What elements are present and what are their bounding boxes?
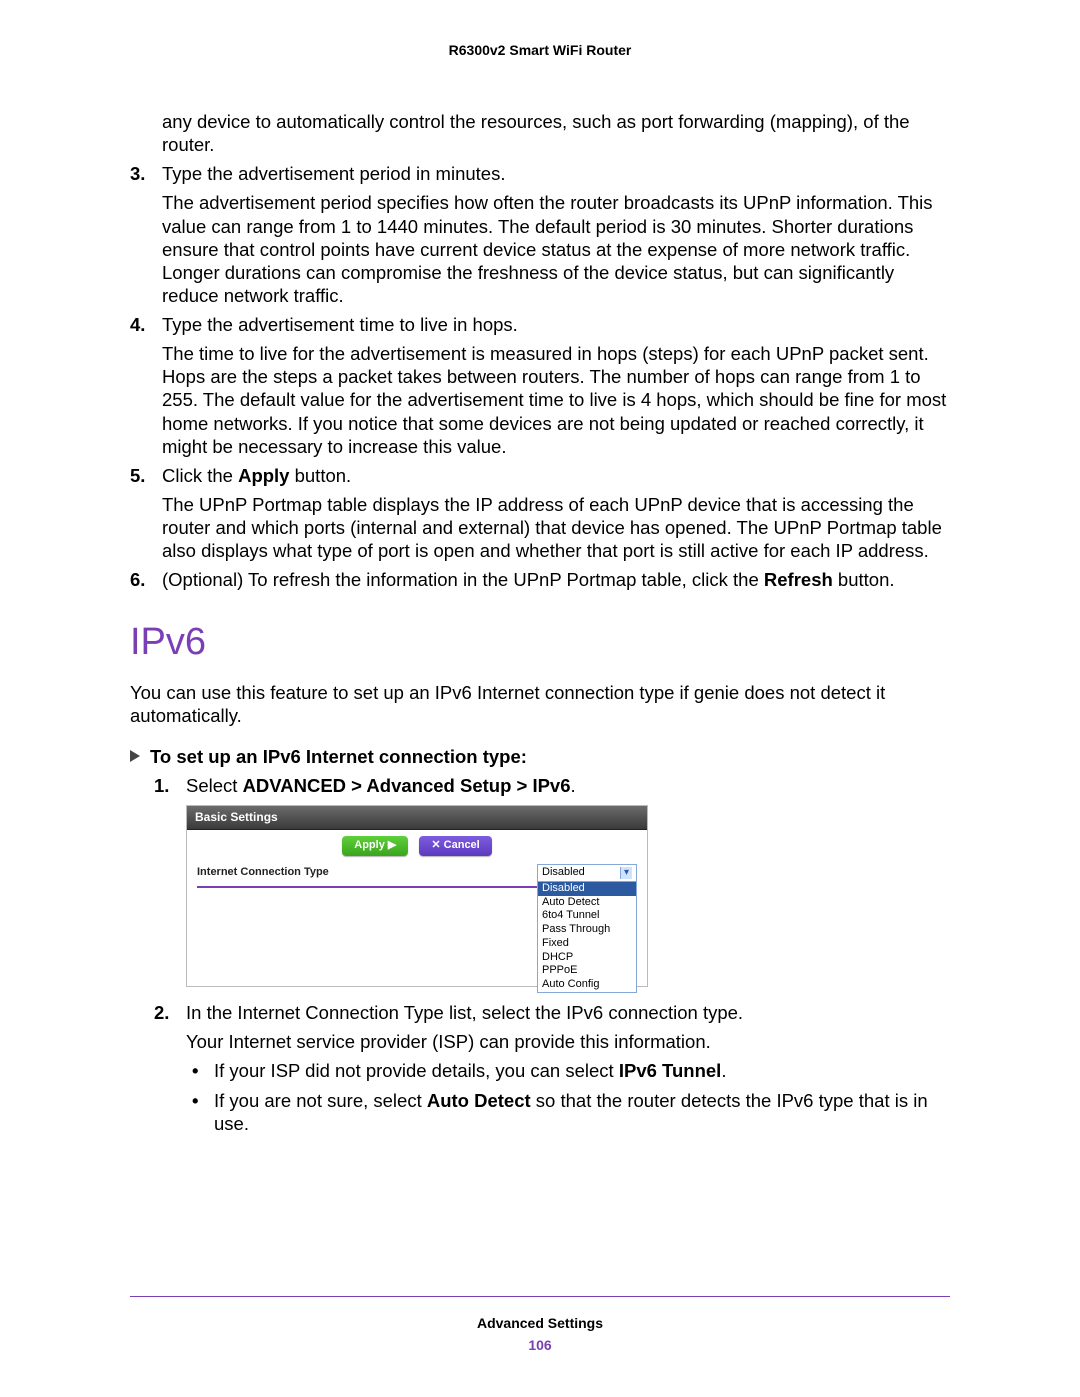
option[interactable]: DHCP — [538, 951, 636, 965]
step-number: 5. — [130, 464, 145, 487]
apply-word: Apply — [238, 465, 289, 486]
step-number: 2. — [154, 1001, 169, 1024]
list-item: If your ISP did not provide details, you… — [186, 1059, 950, 1082]
option[interactable]: Auto Config — [538, 978, 636, 992]
footer-page-number: 106 — [0, 1337, 1080, 1353]
intro-continuation: any device to automatically control the … — [162, 110, 950, 156]
option[interactable]: Disabled — [538, 882, 636, 896]
ipv6-intro: You can use this feature to set up an IP… — [130, 681, 950, 727]
step-lead: Click the Apply button. — [162, 464, 950, 487]
chevron-right-icon — [130, 750, 140, 762]
option[interactable]: Fixed — [538, 937, 636, 951]
step-lead: Type the advertisement time to live in h… — [162, 313, 950, 336]
refresh-word: Refresh — [764, 569, 833, 590]
text: . — [721, 1060, 726, 1081]
step-number: 3. — [130, 162, 145, 185]
list-item: 6. (Optional) To refresh the information… — [130, 568, 950, 591]
list-item: 3. Type the advertisement period in minu… — [130, 162, 950, 307]
apply-button[interactable]: Apply ▶ — [342, 836, 408, 856]
text: (Optional) To refresh the information in… — [162, 569, 764, 590]
bullet-list: If your ISP did not provide details, you… — [186, 1059, 950, 1134]
text: button. — [833, 569, 895, 590]
option[interactable]: Pass Through — [538, 923, 636, 937]
footer-divider — [130, 1296, 950, 1297]
select-options[interactable]: Disabled Auto Detect 6to4 Tunnel Pass Th… — [537, 881, 637, 993]
cancel-button[interactable]: ✕ Cancel — [419, 836, 491, 856]
connection-type-select[interactable]: Disabled ▾ Disabled Auto Detect 6to4 Tun… — [537, 864, 637, 993]
section-heading-ipv6: IPv6 — [130, 619, 950, 667]
text: If your ISP did not provide details, you… — [214, 1060, 619, 1081]
step-detail: Your Internet service provider (ISP) can… — [186, 1030, 950, 1053]
text: Click the — [162, 465, 238, 486]
list-item: 2. In the Internet Connection Type list,… — [154, 1001, 950, 1135]
auto-detect-word: Auto Detect — [427, 1090, 531, 1111]
text: If you are not sure, select — [214, 1090, 427, 1111]
step-detail: The UPnP Portmap table displays the IP a… — [162, 493, 950, 562]
step-detail: The advertisement period specifies how o… — [162, 191, 950, 307]
step-lead: In the Internet Connection Type list, se… — [186, 1001, 950, 1024]
footer-section-label: Advanced Settings — [0, 1315, 1080, 1331]
option[interactable]: 6to4 Tunnel — [538, 909, 636, 923]
ipv6-steps-list: 1. Select ADVANCED > Advanced Setup > IP… — [154, 774, 950, 1135]
list-item: 5. Click the Apply button. The UPnP Port… — [130, 464, 950, 563]
step-number: 4. — [130, 313, 145, 336]
option[interactable]: PPPoE — [538, 964, 636, 978]
upnp-steps-list: 3. Type the advertisement period in minu… — [130, 162, 950, 591]
chevron-down-icon: ▾ — [620, 867, 632, 880]
list-item: 4. Type the advertisement time to live i… — [130, 313, 950, 458]
step-lead: Select ADVANCED > Advanced Setup > IPv6. — [186, 774, 950, 797]
basic-settings-panel: Basic Settings Apply ▶ ✕ Cancel Internet… — [186, 805, 648, 987]
task-heading: To set up an IPv6 Internet connection ty… — [130, 745, 950, 768]
list-item: 1. Select ADVANCED > Advanced Setup > IP… — [154, 774, 950, 987]
step-number: 1. — [154, 774, 169, 797]
nav-path: ADVANCED > Advanced Setup > IPv6 — [243, 775, 571, 796]
ipv6-tunnel-word: IPv6 Tunnel — [619, 1060, 721, 1081]
step-lead: Type the advertisement period in minutes… — [162, 162, 950, 185]
text: . — [571, 775, 576, 796]
step-number: 6. — [130, 568, 145, 591]
text: Select — [186, 775, 243, 796]
panel-title: Basic Settings — [187, 806, 647, 830]
panel-toolbar: Apply ▶ ✕ Cancel — [187, 830, 647, 866]
option[interactable]: Auto Detect — [538, 896, 636, 910]
step-detail: The time to live for the advertisement i… — [162, 342, 950, 458]
list-item: If you are not sure, select Auto Detect … — [186, 1089, 950, 1135]
select-value: Disabled — [542, 866, 585, 880]
text: button. — [289, 465, 351, 486]
page-header-product: R6300v2 Smart WiFi Router — [130, 42, 950, 58]
step-lead: (Optional) To refresh the information in… — [162, 568, 950, 591]
task-text: To set up an IPv6 Internet connection ty… — [150, 746, 527, 767]
